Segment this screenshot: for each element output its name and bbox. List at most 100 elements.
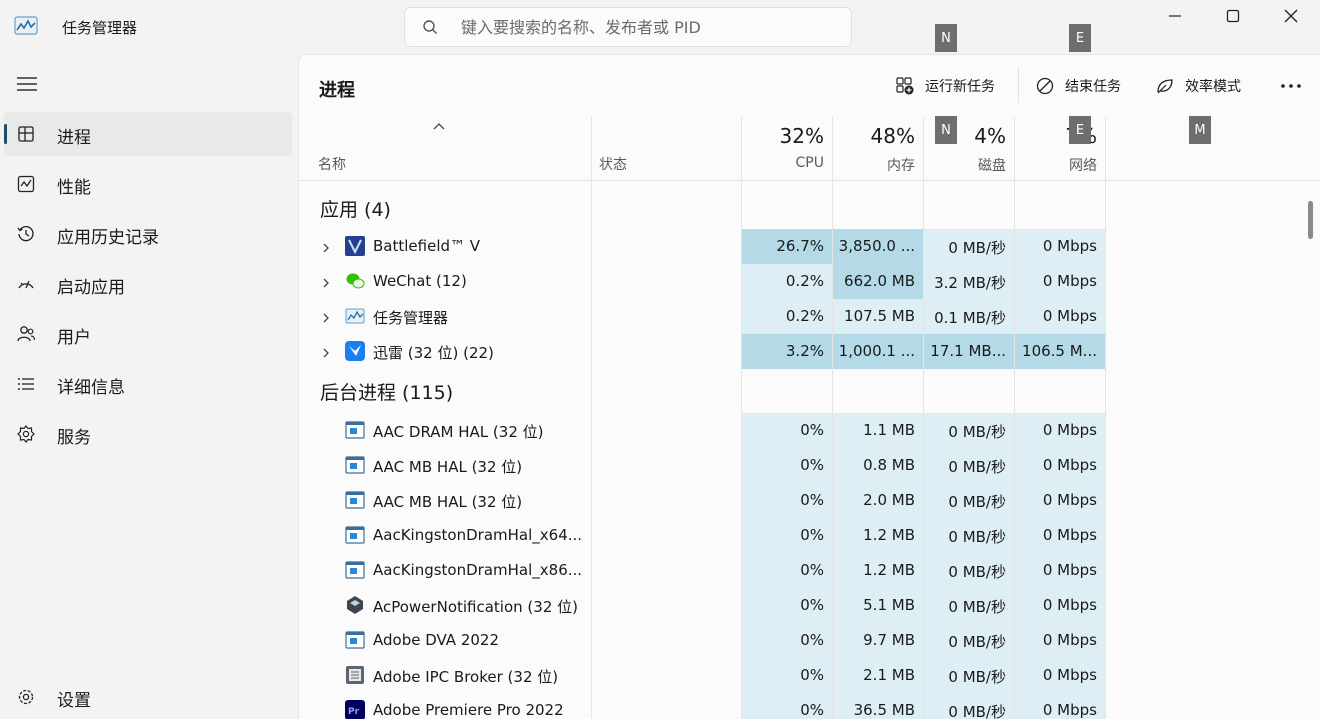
key-tip: N <box>935 116 957 144</box>
table-row[interactable]: AAC DRAM HAL (32 位) 0% 1.1 MB 0 MB/秒 0 Mbps <box>299 413 1303 448</box>
key-tip: M <box>1189 116 1211 144</box>
sidebar-item-settings[interactable]: 设置 <box>4 675 292 719</box>
history-icon <box>17 226 34 242</box>
cpu-cell: 0% <box>742 623 832 658</box>
service-app-icon <box>345 525 365 545</box>
disk-cell: 0 MB/秒 <box>924 229 1014 264</box>
column-network[interactable]: 7% 网络 <box>1015 117 1105 181</box>
table-row[interactable]: 迅雷 (32 位) (22) 3.2% 1,000.1 ... 17.1 MB... 1… <box>299 334 1303 369</box>
process-name: AAC MB HAL (32 位) <box>373 458 523 476</box>
maximize-button[interactable] <box>1204 0 1262 32</box>
table-row[interactable]: AAC MB HAL (32 位) 0% 2.0 MB 0 MB/秒 0 Mbps <box>299 483 1303 518</box>
hamburger-menu-icon[interactable] <box>14 72 40 96</box>
process-name: AAC MB HAL (32 位) <box>373 493 523 511</box>
efficiency-mode-label: 效率模式 <box>1185 79 1241 95</box>
cpu-cell: 0% <box>742 413 832 448</box>
search-icon <box>423 20 437 34</box>
network-cell: 0 Mbps <box>1015 588 1105 623</box>
cpu-cell: 0.2% <box>742 264 832 299</box>
close-icon <box>1284 9 1298 23</box>
leaf-icon <box>1157 79 1173 94</box>
service-app-icon <box>345 420 365 440</box>
memory-cell: 2.0 MB <box>833 483 923 518</box>
more-options-button[interactable] <box>1279 73 1303 99</box>
sidebar-item-processes[interactable]: 进程 <box>4 112 292 156</box>
details-icon <box>18 378 34 390</box>
sidebar-item-label: 性能 <box>57 178 91 198</box>
cpu-cell: 0% <box>742 693 832 719</box>
search-input[interactable] <box>461 15 841 39</box>
disk-cell: 17.1 MB... <box>924 334 1014 369</box>
table-row[interactable]: Adobe DVA 2022 0% 9.7 MB 0 MB/秒 0 Mbps <box>299 623 1303 658</box>
more-icon <box>1281 84 1301 88</box>
table-row[interactable]: Pr Adobe Premiere Pro 2022 0% 36.5 MB 0 MB/秒… <box>299 693 1303 719</box>
main-panel: 进程 运行新任务 结束任务 效率模式 名称 状态 32% CPU 48% 内存 … <box>298 54 1320 719</box>
sidebar-item-users[interactable]: 用户 <box>4 312 292 356</box>
table-row[interactable]: Adobe IPC Broker (32 位) 0% 2.1 MB 0 MB/秒 0 M… <box>299 658 1303 693</box>
sidebar-item-app-history[interactable]: 应用历史记录 <box>4 212 292 256</box>
run-new-task-button[interactable]: 运行新任务 <box>895 73 995 99</box>
disk-label: 磁盘 <box>978 158 1006 174</box>
table-row[interactable]: AacKingstonDramHal_x64.... 0% 1.2 MB 0 MB/秒… <box>299 518 1303 553</box>
disk-cell: 0 MB/秒 <box>924 658 1014 693</box>
table-row[interactable]: WeChat (12) 0.2% 662.0 MB 3.2 MB/秒 0 Mbps <box>299 264 1303 299</box>
table-row[interactable]: AacKingstonDramHal_x86.... 0% 1.2 MB 0 MB/秒… <box>299 553 1303 588</box>
memory-cell: 1.2 MB <box>833 553 923 588</box>
run-new-task-icon <box>896 77 914 95</box>
close-button[interactable] <box>1262 0 1320 32</box>
service-app-icon <box>345 455 365 475</box>
network-cell: 0 Mbps <box>1015 264 1105 299</box>
column-cpu[interactable]: 32% CPU <box>742 117 832 181</box>
search-box[interactable] <box>404 7 852 47</box>
table-row[interactable]: 任务管理器 0.2% 107.5 MB 0.1 MB/秒 0 Mbps <box>299 299 1303 334</box>
disk-cell: 3.2 MB/秒 <box>924 264 1014 299</box>
disk-cell: 0 MB/秒 <box>924 623 1014 658</box>
key-tip: E <box>1069 24 1091 52</box>
efficiency-mode-button[interactable]: 效率模式 <box>1155 73 1241 99</box>
sort-ascending-icon[interactable] <box>432 121 446 131</box>
group-label: 后台进程 (115) <box>320 382 454 404</box>
column-memory[interactable]: 48% 内存 <box>833 117 923 181</box>
task-manager-icon <box>14 16 38 35</box>
disk-cell: 0 MB/秒 <box>924 448 1014 483</box>
memory-cell: 5.1 MB <box>833 588 923 623</box>
settings-gear-icon <box>18 689 34 705</box>
chevron-right-icon[interactable] <box>321 275 331 288</box>
process-name: Adobe DVA 2022 <box>373 631 500 649</box>
column-status[interactable]: 状态 <box>599 154 627 174</box>
scrollbar-thumb[interactable] <box>1308 201 1313 239</box>
sidebar-item-services[interactable]: 服务 <box>4 412 292 456</box>
service-app-icon <box>345 490 365 510</box>
table-row[interactable]: Battlefield™ V 26.7% 3,850.0 ... 0 MB/秒 0 Mb… <box>299 229 1303 264</box>
end-task-button[interactable]: 结束任务 <box>1035 73 1121 99</box>
page-title: 进程 <box>319 80 355 101</box>
power-notification-icon <box>345 595 365 615</box>
sidebar-item-details[interactable]: 详细信息 <box>4 362 292 406</box>
memory-cell: 9.7 MB <box>833 623 923 658</box>
memory-label: 内存 <box>887 158 915 174</box>
table-row[interactable]: AcPowerNotification (32 位) 0% 5.1 MB 0 MB/秒… <box>299 588 1303 623</box>
end-task-icon <box>1036 77 1054 95</box>
cpu-cell: 26.7% <box>742 229 832 264</box>
sidebar-item-label: 进程 <box>57 128 91 148</box>
xunlei-icon <box>345 341 365 361</box>
cpu-cell: 0.2% <box>742 299 832 334</box>
battlefield-icon <box>345 236 365 256</box>
disk-cell: 0 MB/秒 <box>924 518 1014 553</box>
wechat-icon <box>345 271 365 291</box>
chevron-right-icon[interactable] <box>321 240 331 253</box>
chevron-right-icon[interactable] <box>321 310 331 323</box>
memory-cell: 0.8 MB <box>833 448 923 483</box>
chevron-right-icon[interactable] <box>321 345 331 358</box>
sidebar-item-performance[interactable]: 性能 <box>4 162 292 206</box>
service-app-icon <box>345 560 365 580</box>
sidebar-item-startup[interactable]: 启动应用 <box>4 262 292 306</box>
minimize-button[interactable] <box>1146 0 1204 32</box>
memory-cell: 36.5 MB <box>833 693 923 719</box>
cpu-cell: 0% <box>742 588 832 623</box>
column-name[interactable]: 名称 <box>318 154 346 174</box>
column-header: 名称 状态 32% CPU 48% 内存 4% 磁盘 7% 网络 <box>299 117 1320 181</box>
table-row[interactable]: AAC MB HAL (32 位) 0% 0.8 MB 0 MB/秒 0 Mbps <box>299 448 1303 483</box>
service-app-icon <box>345 630 365 650</box>
disk-cell: 0.1 MB/秒 <box>924 299 1014 334</box>
